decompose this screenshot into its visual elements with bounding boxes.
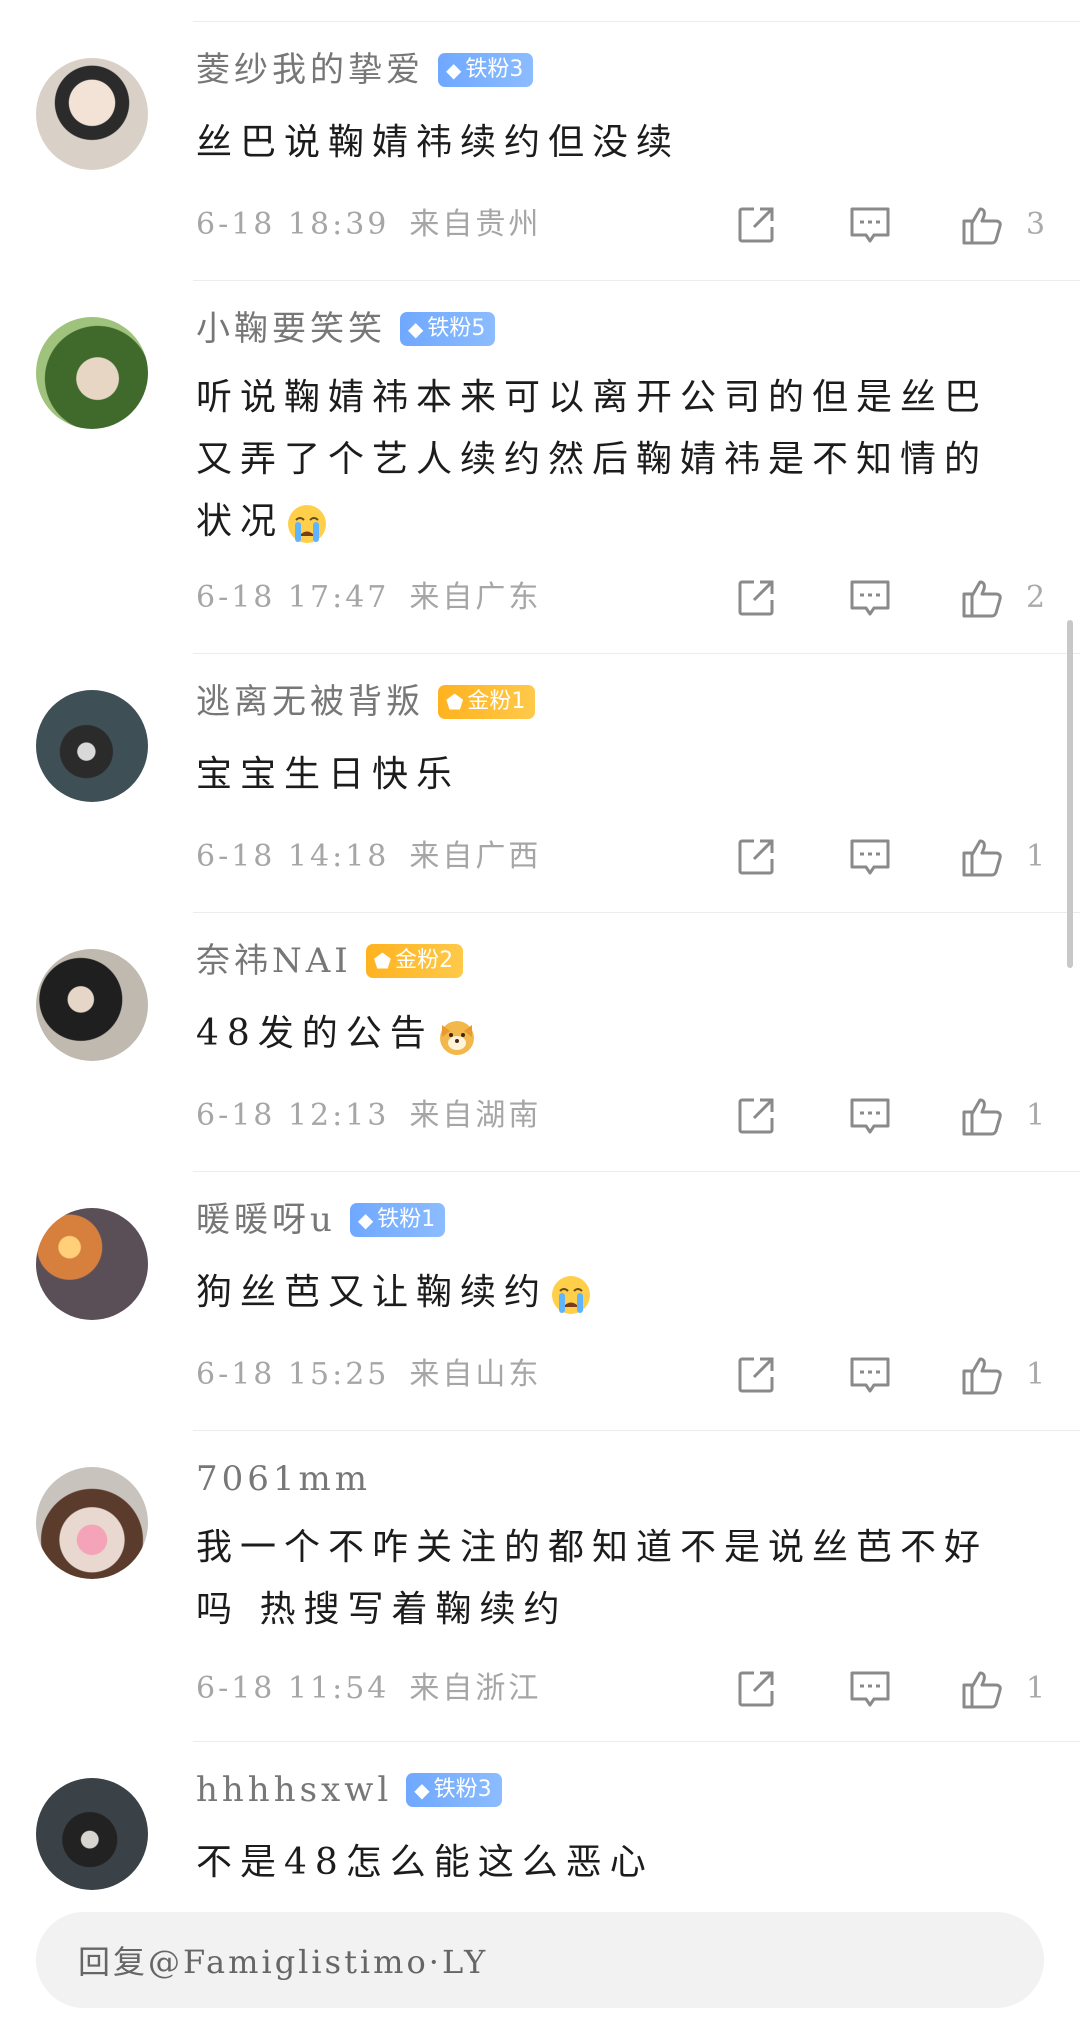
diamond-icon: ◆ bbox=[357, 1208, 374, 1232]
comment-icon[interactable] bbox=[848, 576, 892, 620]
username[interactable]: 逃离无被背叛 bbox=[196, 678, 424, 726]
avatar[interactable] bbox=[36, 1208, 148, 1320]
crying-face-icon bbox=[288, 505, 327, 543]
comment-item: 菱纱我的挚爱 ◆ 铁粉3 丝巴说鞠婧祎续约但没续 6-18 18:39 来自贵州 3 bbox=[0, 22, 1080, 280]
comment-icon[interactable] bbox=[848, 1094, 892, 1138]
comment-text: 听说鞠婧祎本来可以离开公司的但是丝巴又弄了个艺人续约然后鞠婧祎是不知情的状况 bbox=[196, 367, 1016, 553]
like-count: 1 bbox=[1026, 1098, 1046, 1133]
share-icon[interactable] bbox=[734, 203, 778, 247]
fan-badge[interactable]: ◆ 铁粉3 bbox=[406, 1773, 502, 1807]
like-icon[interactable] bbox=[960, 203, 1004, 247]
share-icon[interactable] bbox=[734, 1667, 778, 1711]
like-icon[interactable] bbox=[960, 576, 1004, 620]
like-icon[interactable] bbox=[960, 835, 1004, 879]
like-count: 1 bbox=[1026, 1357, 1046, 1392]
avatar[interactable] bbox=[36, 58, 148, 170]
like-count: 1 bbox=[1026, 1671, 1046, 1706]
reply-input[interactable]: 回复@Famiglistimo·LY bbox=[36, 1912, 1044, 2008]
comment-text: 48发的公告 bbox=[196, 1003, 1016, 1065]
reply-placeholder: 回复@Famiglistimo·LY bbox=[78, 1943, 489, 1981]
scrollbar[interactable] bbox=[1067, 620, 1073, 968]
avatar[interactable] bbox=[36, 1778, 148, 1890]
comment-icon[interactable] bbox=[848, 203, 892, 247]
avatar[interactable] bbox=[36, 949, 148, 1061]
crying-face-icon bbox=[552, 1276, 591, 1314]
like-icon[interactable] bbox=[960, 1353, 1004, 1397]
comment-item: 逃离无被背叛 ⬟ 金粉1 宝宝生日快乐 6-18 14:18 来自广西 1 bbox=[0, 654, 1080, 912]
avatar[interactable] bbox=[36, 1467, 148, 1579]
share-icon[interactable] bbox=[734, 1353, 778, 1397]
username[interactable]: 奈祎NAI bbox=[196, 937, 352, 985]
comment-text: 我一个不咋关注的都知道不是说丝芭不好吗 热搜写着鞠续约 bbox=[196, 1527, 989, 1630]
comment-icon[interactable] bbox=[848, 1667, 892, 1711]
dog-face-icon bbox=[439, 1021, 474, 1055]
username[interactable]: hhhhsxwl bbox=[196, 1766, 392, 1814]
username[interactable]: 小鞠要笑笑 bbox=[196, 305, 386, 353]
pentagon-icon: ⬟ bbox=[446, 690, 464, 714]
comment-item: 暖暖呀u ◆ 铁粉1 狗丝芭又让鞠续约 6-18 15:25 来自山东 1 bbox=[0, 1172, 1080, 1430]
fan-badge[interactable]: ◆ 铁粉1 bbox=[349, 1203, 446, 1237]
comment-text: 宝宝生日快乐 bbox=[196, 754, 461, 795]
share-icon[interactable] bbox=[734, 835, 778, 879]
pentagon-icon: ⬟ bbox=[373, 949, 392, 973]
diamond-icon: ◆ bbox=[414, 1778, 430, 1802]
comment-icon[interactable] bbox=[848, 835, 892, 879]
comment-item: 奈祎NAI ⬟ 金粉2 48发的公告 6-18 12:13 来自湖南 1 bbox=[0, 913, 1080, 1171]
username[interactable]: 菱纱我的挚爱 bbox=[196, 46, 424, 94]
username[interactable]: 7061mm bbox=[196, 1455, 371, 1503]
fan-badge[interactable]: ⬟ 金粉2 bbox=[365, 944, 464, 978]
fan-badge[interactable]: ◆ 铁粉3 bbox=[438, 53, 534, 87]
share-icon[interactable] bbox=[734, 576, 778, 620]
comment-item: 小鞠要笑笑 ◆ 铁粉5 听说鞠婧祎本来可以离开公司的但是丝巴又弄了个艺人续约然后鞠… bbox=[0, 281, 1080, 653]
comment-text: 狗丝芭又让鞠续约 bbox=[196, 1262, 1016, 1324]
like-icon[interactable] bbox=[960, 1667, 1004, 1711]
comment-item: 7061mm 我一个不咋关注的都知道不是说丝芭不好吗 热搜写着鞠续约 6-18 … bbox=[0, 1431, 1080, 1741]
like-count: 2 bbox=[1026, 580, 1046, 615]
avatar[interactable] bbox=[36, 690, 148, 802]
comment-text: 不是48怎么能这么恶心 bbox=[196, 1842, 654, 1883]
like-icon[interactable] bbox=[960, 1094, 1004, 1138]
fan-badge[interactable]: ◆ 铁粉5 bbox=[400, 312, 496, 346]
diamond-icon: ◆ bbox=[446, 58, 462, 82]
diamond-icon: ◆ bbox=[408, 317, 424, 341]
share-icon[interactable] bbox=[734, 1094, 778, 1138]
comment-text: 丝巴说鞠婧祎续约但没续 bbox=[196, 122, 681, 163]
like-count: 3 bbox=[1026, 207, 1046, 242]
username[interactable]: 暖暖呀u bbox=[196, 1196, 336, 1244]
avatar[interactable] bbox=[36, 317, 148, 429]
comment-icon[interactable] bbox=[848, 1353, 892, 1397]
fan-badge[interactable]: ⬟ 金粉1 bbox=[438, 685, 536, 719]
comment-item: hhhhsxwl ◆ 铁粉3 不是48怎么能这么恶心 bbox=[0, 1742, 1080, 1900]
comment-list: 菱纱我的挚爱 ◆ 铁粉3 丝巴说鞠婧祎续约但没续 6-18 18:39 来自贵州 3… bbox=[0, 0, 1080, 1900]
like-count: 1 bbox=[1026, 839, 1046, 874]
